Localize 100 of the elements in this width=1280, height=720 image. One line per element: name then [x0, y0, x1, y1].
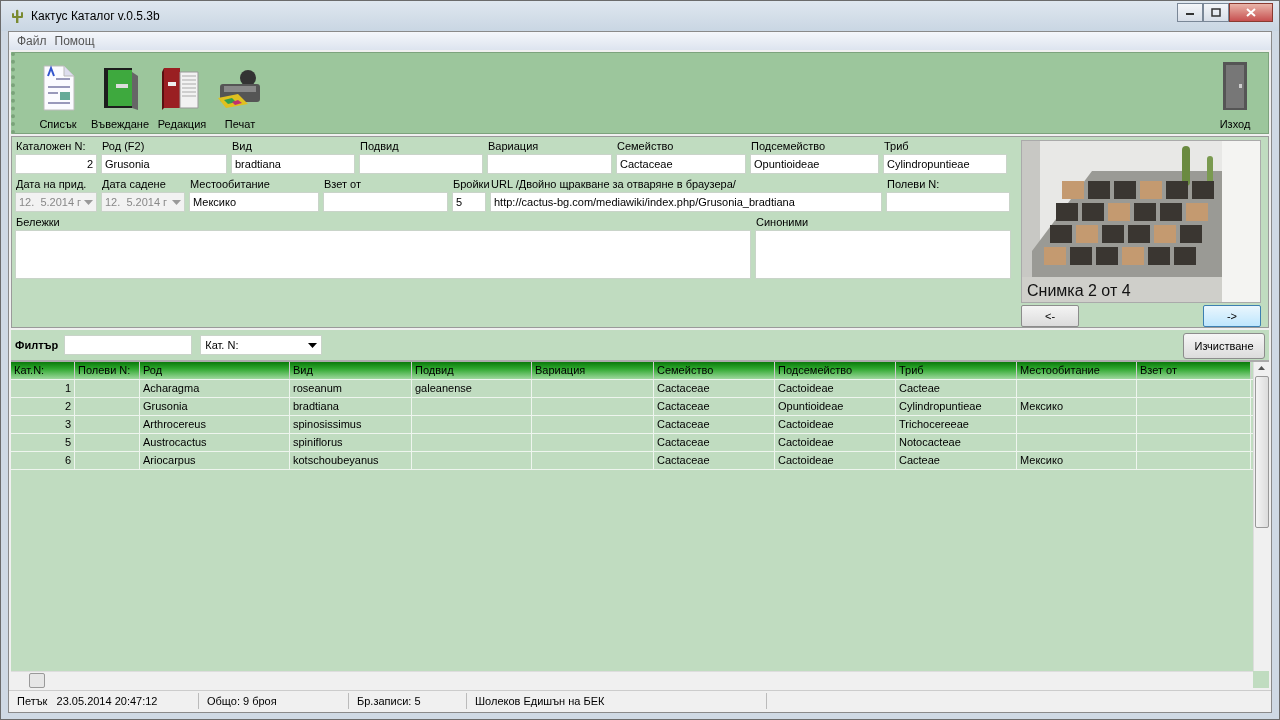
table-cell: Cactaceae [654, 416, 775, 433]
column-header[interactable]: Кат.N: [11, 362, 75, 379]
table-cell: Ariocarpus [140, 452, 290, 469]
menu-item[interactable]: Файл [13, 34, 51, 48]
table-cell: Notocacteae [896, 434, 1017, 451]
table-cell: Cactoideae [775, 434, 896, 451]
table-cell: 6 [11, 452, 75, 469]
table-cell: Мексико [1017, 398, 1137, 415]
column-header[interactable]: Вариация [532, 362, 654, 379]
field-label: URL /Двойно щракване за отваряне в браузера/ [490, 177, 737, 191]
toolbar-button[interactable]: Въвеждане [87, 53, 153, 133]
horizontal-scrollbar[interactable] [11, 671, 1253, 688]
dropdown-icon [172, 199, 181, 205]
cactus-icon [9, 8, 25, 24]
field-label: Триб [883, 139, 910, 153]
table-cell: Trichocereeae [896, 416, 1017, 433]
input-field[interactable]: 2 [15, 154, 97, 174]
field-label: Полеви N: [886, 177, 941, 191]
field-label: Дата садене [101, 177, 167, 191]
field-label: Взет от [323, 177, 363, 191]
table-cell: spinosissimus [290, 416, 412, 433]
maximize-button[interactable] [1203, 2, 1229, 22]
input-field[interactable]: 5 [452, 192, 486, 212]
input-field[interactable]: http://cactus-bg.com/mediawiki/index.php/Grusonia_bradtiana [490, 192, 882, 212]
maximize-icon [1211, 7, 1221, 17]
memo-field[interactable] [15, 230, 751, 279]
clear-button[interactable]: Изчистване [1183, 333, 1265, 359]
toolbar-button[interactable]: Списък [29, 53, 87, 133]
table-cell: bradtiana [290, 398, 412, 415]
status-text: Общо: 9 броя [199, 693, 349, 709]
column-header[interactable]: Взет от [1137, 362, 1251, 379]
table-cell: roseanum [290, 380, 412, 397]
table-cell: Arthrocereus [140, 416, 290, 433]
field-label: Дата на прид. [15, 177, 88, 191]
table-cell: Cactoideae [775, 380, 896, 397]
input-field[interactable]: bradtiana [231, 154, 355, 174]
table-cell: Cactaceae [654, 398, 775, 415]
table-cell: spiniflorus [290, 434, 412, 451]
menu-item[interactable]: Помощ [50, 34, 99, 48]
scrollbar-thumb[interactable] [1254, 376, 1269, 528]
input-field[interactable]: Cactaceae [616, 154, 746, 174]
toolbar-button[interactable]: Изход [1206, 53, 1264, 133]
input-field[interactable]: Cylindropuntieae [883, 154, 1007, 174]
minimize-button[interactable] [1177, 2, 1203, 22]
next-button[interactable]: -> [1203, 305, 1261, 327]
table-cell: kotschoubeyanus [290, 452, 412, 469]
field-label: Вариация [487, 139, 540, 153]
column-header[interactable]: Род [140, 362, 290, 379]
input-field[interactable] [487, 154, 612, 174]
field-label: Бележки [15, 215, 61, 229]
table-cell: Мексико [1017, 452, 1137, 469]
input-field[interactable] [323, 192, 448, 212]
column-header[interactable]: Вид [290, 362, 412, 379]
column-header[interactable]: Полеви N: [75, 362, 140, 379]
table-cell: Cylindropuntieae [896, 398, 1017, 415]
filter-label: Филтър [15, 339, 59, 351]
close-button[interactable] [1229, 2, 1273, 22]
previous-button[interactable]: <- [1021, 305, 1079, 327]
table-cell: Cactaceae [654, 434, 775, 451]
table-cell: Grusonia [140, 398, 290, 415]
column-header[interactable]: Семейство [654, 362, 775, 379]
field-label: Подсемейство [750, 139, 827, 153]
table-cell: Cacteae [896, 452, 1017, 469]
table-cell: 3 [11, 416, 75, 433]
field-label: Местообитание [189, 177, 271, 191]
table-cell: Opuntioideae [775, 398, 896, 415]
filter-field[interactable] [64, 335, 193, 355]
photo-caption: Снимка 2 от 4 [1027, 282, 1131, 300]
toolbar-button[interactable]: Редакция [153, 53, 211, 133]
table-cell: 5 [11, 434, 75, 451]
status-text: Бр.записи: 5 [349, 693, 467, 709]
input-field[interactable]: Opuntioideae [750, 154, 879, 174]
column-dropdown[interactable]: Кат. N: [200, 335, 323, 355]
dropdown-icon [308, 342, 318, 348]
field-label: Каталожен N: [15, 139, 87, 153]
input-field[interactable] [886, 192, 1010, 212]
toolbar-button[interactable]: Печат [211, 53, 269, 133]
input-field[interactable]: Grusonia [101, 154, 227, 174]
field-label: Род (F2) [101, 139, 146, 153]
table-cell: Cactoideae [775, 416, 896, 433]
table-cell: galeanense [412, 380, 532, 397]
field-label: Вид [231, 139, 253, 153]
input-field[interactable] [359, 154, 483, 174]
field-label: Синоними [755, 215, 810, 229]
door-icon [1221, 60, 1249, 112]
vertical-scrollbar[interactable] [1253, 362, 1269, 671]
table-cell: Cactoideae [775, 452, 896, 469]
table-cell: Cacteae [896, 380, 1017, 397]
column-header[interactable]: Подвид [412, 362, 532, 379]
scrollbar-thumb[interactable] [29, 672, 45, 688]
column-header[interactable]: Триб [896, 362, 1017, 379]
dropdown-icon [84, 199, 93, 205]
column-header[interactable]: Местообитание [1017, 362, 1137, 379]
table-cell: 1 [11, 380, 75, 397]
column-header[interactable]: Подсемейство [775, 362, 896, 379]
memo-field[interactable] [755, 230, 1011, 279]
input-field[interactable]: Мексико [189, 192, 319, 212]
window-title: Кактус Каталог v.0.5.3b [31, 9, 161, 23]
table-cell: Cactaceae [654, 452, 775, 469]
table-cell: Cactaceae [654, 380, 775, 397]
